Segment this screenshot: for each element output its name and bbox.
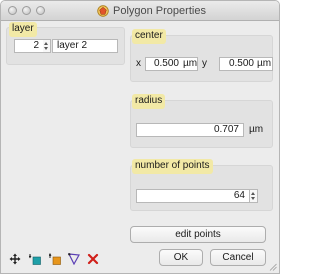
edit-points-button[interactable]: edit points [130, 226, 266, 243]
points-stepper[interactable] [250, 189, 258, 203]
minimize-window-button[interactable] [22, 6, 31, 15]
move-icon[interactable] [9, 253, 21, 265]
points-field[interactable]: 64 [136, 189, 250, 203]
center-y-label: y [202, 58, 207, 69]
layer-label: layer [9, 22, 37, 37]
polygon-app-icon [97, 5, 109, 17]
ok-button[interactable]: OK [159, 249, 203, 266]
select-icon[interactable] [68, 253, 80, 265]
radius-field[interactable]: 0.707 [136, 123, 244, 137]
window-title: Polygon Properties [113, 5, 206, 17]
radius-label: radius [132, 94, 166, 109]
polygon-properties-window: Polygon Properties layer 2 layer 2 cente… [0, 0, 280, 274]
layer-number-field[interactable]: 2 [14, 39, 44, 53]
points-label: number of points [132, 159, 213, 174]
zoom-window-button[interactable] [36, 6, 45, 15]
resize-grip-icon[interactable] [268, 262, 277, 271]
layer-down-icon[interactable] [29, 253, 41, 265]
cancel-button[interactable]: Cancel [210, 249, 266, 266]
layer-name-field[interactable]: layer 2 [52, 39, 118, 53]
center-x-label: x [136, 58, 141, 69]
close-window-button[interactable] [8, 6, 17, 15]
delete-icon[interactable] [87, 253, 99, 265]
layer-up-icon[interactable] [49, 253, 61, 265]
center-x-unit: µm [183, 58, 198, 69]
title-bar: Polygon Properties [1, 1, 279, 21]
center-label: center [132, 29, 166, 44]
radius-unit: µm [249, 124, 264, 135]
center-y-unit: µm [257, 58, 272, 69]
window-title-group: Polygon Properties [97, 4, 206, 18]
layer-number-stepper[interactable] [43, 39, 51, 53]
